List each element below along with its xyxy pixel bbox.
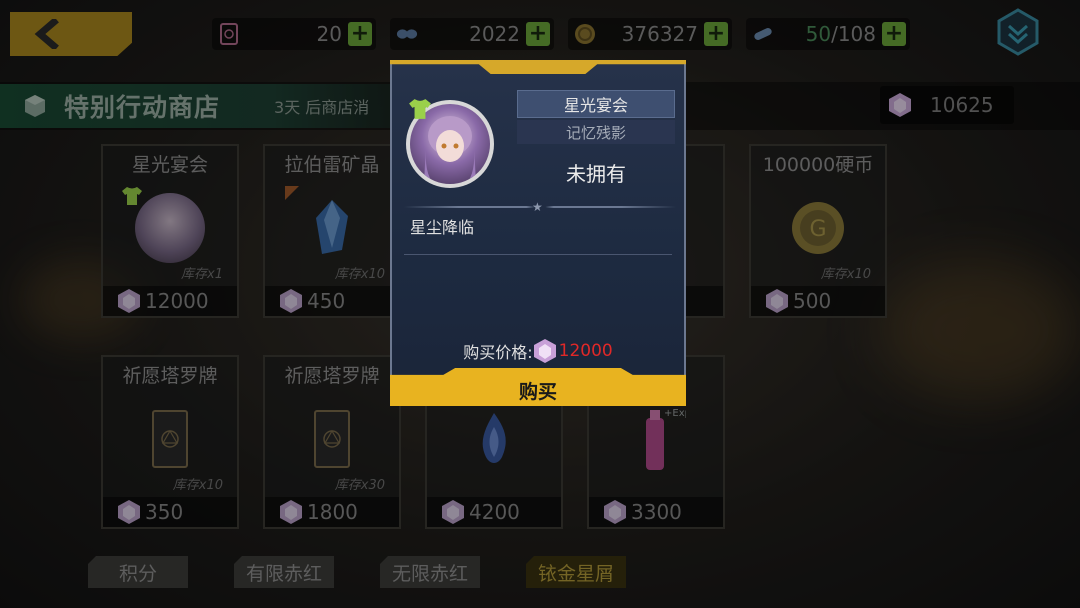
purchase-dialog: 星光宴会 记忆残影 未拥有 ★ 星尘降临 购买价格: 12000 购买 bbox=[390, 60, 686, 406]
ownership-status: 未拥有 bbox=[566, 162, 626, 186]
shirt-icon bbox=[409, 99, 431, 119]
item-description: 星尘降临 bbox=[410, 218, 475, 237]
item-name-tag: 星光宴会 bbox=[517, 90, 675, 118]
item-subtitle-tag: 记忆残影 bbox=[517, 120, 675, 144]
dialog-top-accent bbox=[390, 60, 686, 74]
crystal-icon bbox=[533, 339, 556, 363]
divider bbox=[404, 254, 672, 255]
buy-button[interactable]: 购买 bbox=[390, 368, 686, 406]
purchase-price: 购买价格: 12000 bbox=[392, 338, 684, 364]
star-divider-icon: ★ bbox=[532, 200, 543, 214]
